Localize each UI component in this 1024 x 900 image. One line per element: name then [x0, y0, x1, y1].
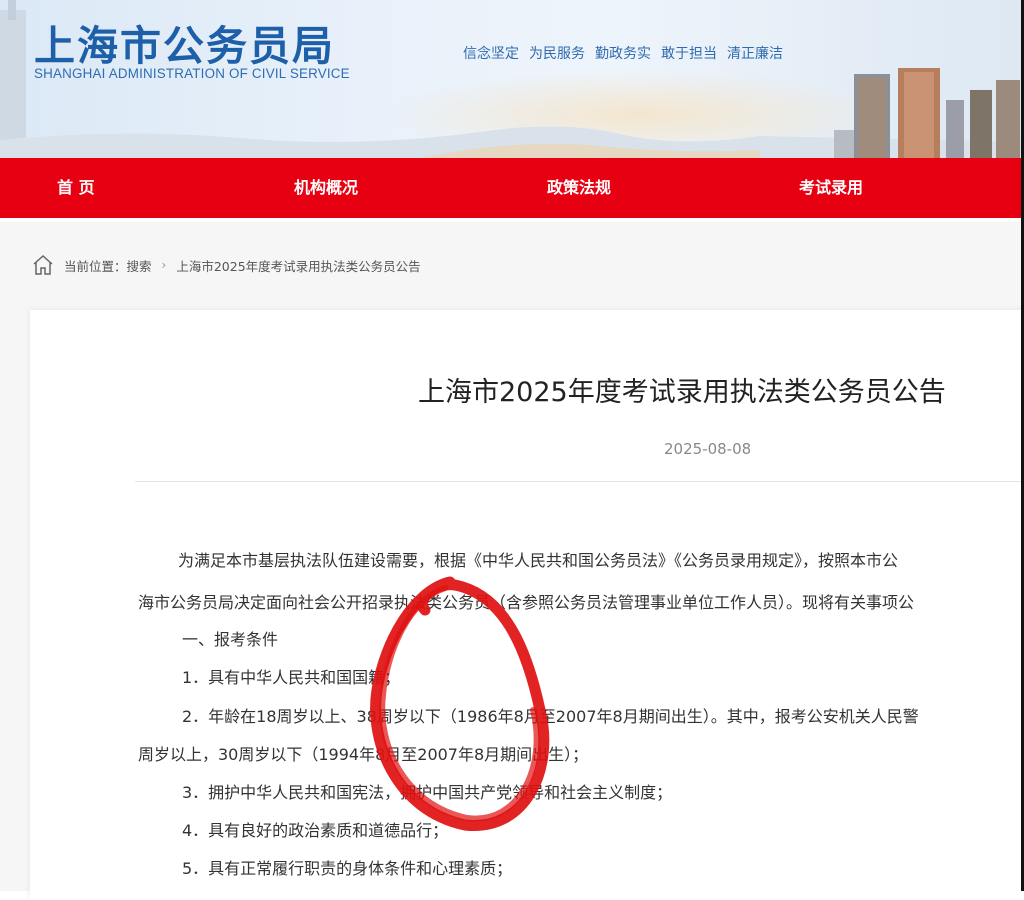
article-paragraph: 2．年龄在18周岁以上、38周岁以下（1986年8月至2007年8月期间出生）。…	[182, 707, 919, 726]
nav-item-about[interactable]: 机构概况	[294, 158, 358, 218]
article-paragraph: 周岁以上，30周岁以下（1994年8月至2007年8月期间出生）；	[138, 745, 589, 764]
home-icon[interactable]	[32, 254, 54, 276]
breadcrumb-separator-icon: ›	[161, 258, 167, 272]
article-paragraph: 4．具有良好的政治素质和道德品行；	[182, 821, 449, 840]
breadcrumb: 当前位置： 搜索 › 上海市2025年度考试录用执法类公务员公告	[32, 254, 421, 276]
site-subtitle: SHANGHAI ADMINISTRATION OF CIVIL SERVICE	[34, 66, 350, 81]
slogan: 信念坚定	[463, 46, 519, 62]
article-date: 2025-08-08	[664, 440, 752, 458]
article-paragraph: 5．具有正常履行职责的身体条件和心理素质；	[182, 859, 513, 878]
breadcrumb-current[interactable]: 上海市2025年度考试录用执法类公务员公告	[176, 256, 420, 275]
nav-item-policy[interactable]: 政策法规	[547, 158, 611, 218]
title-divider	[135, 481, 1024, 482]
slogan: 为民服务	[529, 46, 585, 62]
site-title[interactable]: 上海市公务员局	[34, 12, 335, 72]
article-title: 上海市2025年度考试录用执法类公务员公告	[418, 377, 946, 408]
nav-item-home[interactable]: 首 页	[57, 158, 95, 218]
article-paragraph: 为满足本市基层执法队伍建设需要，根据《中华人民共和国公务员法》《公务员录用规定》…	[178, 551, 899, 570]
skyline-graphic	[834, 68, 1020, 158]
article-paragraph: 海市公务员局决定面向社会公开招录执法类公务员（含参照公务员法管理事业单位工作人员…	[138, 593, 915, 612]
article-paragraph: 3．拥护中华人民共和国宪法，拥护中国共产党领导和社会主义制度；	[182, 783, 673, 802]
article-section-heading: 一、报考条件	[182, 630, 279, 649]
site-header-banner: 上海市公务员局 SHANGHAI ADMINISTRATION OF CIVIL…	[0, 0, 1024, 158]
slogan: 勤政务实	[595, 46, 651, 62]
slogan: 清正廉洁	[727, 46, 783, 62]
breadcrumb-label: 当前位置：	[64, 258, 127, 274]
slogan-bar: 信念坚定 为民服务 勤政务实 敢于担当 清正廉洁	[463, 43, 783, 63]
breadcrumb-link-search[interactable]: 搜索	[127, 256, 152, 275]
slogan: 敢于担当	[661, 46, 717, 62]
article-paragraph: 1．具有中华人民共和国国籍；	[182, 668, 401, 687]
main-nav: 首 页 机构概况 政策法规 考试录用	[0, 158, 1024, 218]
nav-item-exam[interactable]: 考试录用	[799, 158, 863, 218]
